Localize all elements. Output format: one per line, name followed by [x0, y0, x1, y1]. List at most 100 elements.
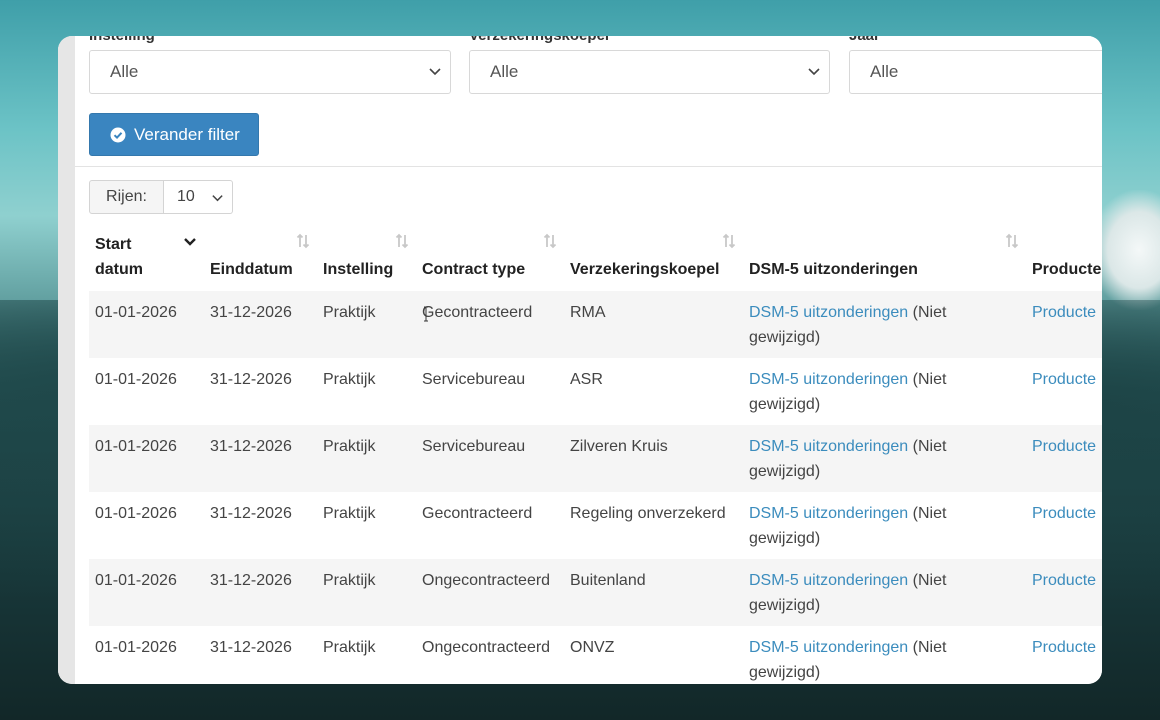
chevron-down-icon	[184, 238, 196, 246]
column-header-label: DSM-5 uitzonderingen	[749, 261, 918, 278]
cell-instelling: Praktijk	[317, 425, 416, 492]
cell-start: 01-01-2026	[95, 371, 177, 388]
column-header-label: Einddatum	[210, 261, 293, 278]
table-row: 01-01-2026 31-12-2026 Praktijk Serviceburea…	[89, 358, 1102, 425]
cell-producten: Producte	[1026, 358, 1102, 425]
table-header-row: Start datum Einddatum Instelling Contrac…	[89, 224, 1102, 291]
cell-start: 01-01-2026	[89, 291, 204, 358]
sort-icon	[1005, 233, 1019, 249]
cell-end: 31-12-2026	[204, 559, 317, 626]
table-row: 01-01-2026 31-12-2026 Praktijk Gecontractee…	[89, 291, 1102, 358]
cell-dsm5: DSM-5 uitzonderingen (Niet gewijzigd)	[743, 291, 1026, 358]
cell-instelling: Praktijk	[323, 505, 376, 522]
cell-dsm5: DSM-5 uitzonderingen (Niet gewijzigd)	[743, 492, 1026, 559]
cell-dsm5: DSM-5 uitzonderingen (Niet gewijzigd)	[743, 425, 1026, 492]
jaar-select[interactable]: Alle	[849, 50, 1102, 94]
dsm5-link[interactable]: DSM-5 uitzonderingen	[749, 572, 908, 589]
cell-producten: Producte	[1026, 492, 1102, 559]
producten-link[interactable]: Producte	[1032, 572, 1096, 589]
cell-end: 31-12-2026	[210, 639, 292, 656]
column-header-label: Producte	[1032, 261, 1102, 278]
cell-koepel: ONVZ	[570, 639, 615, 656]
cell-end: 31-12-2026	[210, 371, 292, 388]
dsm5-link[interactable]: DSM-5 uitzonderingen	[749, 304, 908, 321]
sort-icon	[395, 233, 409, 249]
cell-producten: Producte	[1026, 626, 1102, 684]
contracts-table: Start datum Einddatum Instelling Contrac…	[89, 224, 1102, 684]
cell-koepel: Zilveren Kruis	[564, 425, 743, 492]
cell-instelling: Praktijk	[323, 639, 376, 656]
chevron-down-icon	[808, 68, 820, 76]
rows-select-value: 10	[177, 188, 195, 205]
producten-link[interactable]: Producte	[1032, 304, 1096, 321]
verzekeringskoepel-select[interactable]: Alle	[469, 50, 830, 94]
dsm5-link[interactable]: DSM-5 uitzonderingen	[749, 639, 908, 656]
app-window: Instelling Alle Verzekeringskoepel Alle …	[58, 36, 1102, 684]
jaar-select-value: Alle	[870, 62, 899, 81]
column-header-contract-type[interactable]: Contract type	[416, 224, 564, 291]
cell-contract: Servicebureau	[416, 425, 564, 492]
producten-link[interactable]: Producte	[1032, 639, 1096, 656]
column-header-label: Start datum	[95, 236, 143, 278]
cell-instelling: Praktijk	[317, 291, 416, 358]
table-row: 01-01-2026 31-12-2026 Praktijk Ongecontract…	[89, 559, 1102, 626]
column-header-label: Instelling	[323, 261, 394, 278]
dsm5-link[interactable]: DSM-5 uitzonderingen	[749, 371, 908, 388]
rows-label: Rijen:	[89, 180, 164, 214]
producten-link[interactable]: Producte	[1032, 438, 1096, 455]
cell-start: 01-01-2026	[89, 559, 204, 626]
change-filter-button[interactable]: Verander filter	[89, 113, 259, 156]
column-header-instelling[interactable]: Instelling	[317, 224, 416, 291]
cell-instelling: Praktijk	[323, 371, 376, 388]
cell-end: 31-12-2026	[204, 291, 317, 358]
cell-producten: Producte	[1026, 291, 1102, 358]
table-row: 01-01-2026 31-12-2026 Praktijk Gecontractee…	[89, 492, 1102, 559]
cell-dsm5: DSM-5 uitzonderingen (Niet gewijzigd)	[743, 358, 1026, 425]
column-header-producten[interactable]: Producte	[1026, 224, 1102, 291]
sort-icon	[296, 233, 310, 249]
cell-producten: Producte	[1026, 559, 1102, 626]
divider	[75, 166, 1102, 167]
chevron-down-icon	[429, 68, 441, 76]
sort-icon	[543, 233, 557, 249]
cell-contract: Servicebureau	[422, 371, 526, 388]
rows-select[interactable]: 10	[164, 180, 233, 214]
cell-dsm5: DSM-5 uitzonderingen (Niet gewijzigd)	[743, 559, 1026, 626]
column-header-label: Verzekeringskoepel	[570, 261, 720, 278]
main-content: Instelling Alle Verzekeringskoepel Alle …	[75, 36, 1102, 684]
cell-dsm5: DSM-5 uitzonderingen (Niet gewijzigd)	[743, 626, 1026, 684]
producten-link[interactable]: Producte	[1032, 505, 1096, 522]
chevron-down-icon	[212, 195, 223, 202]
cell-end: 31-12-2026	[210, 505, 292, 522]
dsm5-link[interactable]: DSM-5 uitzonderingen	[749, 505, 908, 522]
column-header-dsm5[interactable]: DSM-5 uitzonderingen	[743, 224, 1026, 291]
change-filter-label: Verander filter	[134, 124, 240, 144]
cell-koepel: ASR	[570, 371, 603, 388]
producten-link[interactable]: Producte	[1032, 371, 1096, 388]
column-header-einddatum[interactable]: Einddatum	[204, 224, 317, 291]
column-header-verzekeringskoepel[interactable]: Verzekeringskoepel	[564, 224, 743, 291]
cell-end: 31-12-2026	[204, 425, 317, 492]
cell-koepel: Regeling onverzekerd	[570, 505, 726, 522]
cell-producten: Producte	[1026, 425, 1102, 492]
cell-start: 01-01-2026	[89, 425, 204, 492]
dsm5-link[interactable]: DSM-5 uitzonderingen	[749, 438, 908, 455]
column-header-label: Contract type	[422, 261, 526, 278]
sidebar-strip	[58, 36, 75, 684]
cell-contract: Gecontracteerd	[416, 291, 564, 358]
table-row: 01-01-2026 31-12-2026 Praktijk Serviceburea…	[89, 425, 1102, 492]
cell-koepel: RMA	[564, 291, 743, 358]
instelling-select[interactable]: Alle	[89, 50, 451, 94]
cell-contract: Gecontracteerd	[422, 505, 533, 522]
cell-start: 01-01-2026	[95, 505, 177, 522]
column-header-start-datum[interactable]: Start datum	[89, 224, 204, 291]
rows-per-page: Rijen: 10	[89, 180, 233, 214]
sort-icon	[722, 233, 736, 249]
filter-label-verzekeringskoepel: Verzekeringskoepel	[469, 36, 609, 44]
table-row: 01-01-2026 31-12-2026 Praktijk Ongecontract…	[89, 626, 1102, 684]
text-cursor-icon	[424, 306, 428, 322]
cell-contract: Ongecontracteerd	[416, 559, 564, 626]
cell-contract: Ongecontracteerd	[422, 639, 551, 656]
verzekeringskoepel-select-value: Alle	[490, 62, 519, 81]
filter-label-jaar: Jaar	[849, 36, 880, 44]
